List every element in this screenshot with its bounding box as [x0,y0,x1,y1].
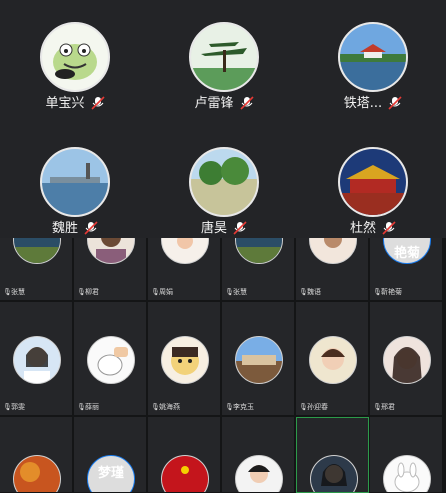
participant-tile[interactable]: 铁塔... [298,0,446,118]
participant-cell[interactable]: 🎙 孙迎春 [296,302,369,416]
mic-icon: 🎙 [3,403,12,411]
participant-tile[interactable]: 单宝兴 [0,0,148,118]
participant-cell[interactable] [222,417,295,493]
mic-icon: 🎙 [299,288,308,296]
participant-cell[interactable]: 🎙 邢君 [370,302,443,416]
avatar [235,238,283,264]
mic-icon: 🎙 [77,288,86,296]
avatar: 艳菊 [383,238,431,264]
avatar [40,147,110,217]
mic-muted-icon [388,95,402,110]
avatar [338,147,408,217]
avatar [310,455,358,492]
mic-muted-icon [84,220,98,235]
participant-grid: 🎙 张慧 🎙 柳君 🎙 周娟 🎙 张慧 🎙 魏语 艳菊 🎙 靳艳菊 🎙 郭雯 🎙 薛丽 🎙 姚海燕… [0,238,446,493]
mic-icon: 🎙 [77,403,86,411]
avatar [309,238,357,264]
avatar [338,22,408,92]
participant-cell[interactable]: 艳菊 🎙 靳艳菊 [370,238,443,301]
mic-muted-icon [382,220,396,235]
avatar [87,238,135,264]
participant-name: 魏语 [307,288,321,296]
avatar [87,336,135,384]
participant-cell[interactable]: 🎙 魏语 [296,238,369,301]
participant-cell[interactable] [148,417,221,493]
participant-name: 唐昊 [200,221,227,236]
participant-name: 郭雯 [11,403,25,411]
participant-cell[interactable]: 🎙 周娟 [148,238,221,301]
mic-icon: 🎙 [373,288,382,296]
avatar [383,455,431,492]
mic-icon: 🎙 [151,403,160,411]
avatar [189,22,259,92]
mic-muted-icon [90,95,105,110]
participant-cell[interactable]: 🎙 张慧 [0,238,73,301]
participant-cell-active[interactable] [296,417,369,493]
mic-icon: 🎙 [3,288,12,296]
avatar [161,238,209,264]
participant-name: 魏胜 [51,221,78,236]
participant-name: 邢君 [381,403,395,411]
participant-cell[interactable] [0,417,73,493]
participant-cell[interactable]: 梦瑾 [74,417,147,493]
participant-name: 单宝兴 [45,96,85,111]
participant-name: 卢雷锋 [194,96,234,111]
mic-muted-icon [239,95,254,110]
participant-cell[interactable]: 🎙 张慧 [222,238,295,301]
mic-icon: 🎙 [225,403,234,411]
featured-participants: 单宝兴 卢雷锋 铁塔... 魏胜 唐昊 杜然 [0,0,446,238]
avatar [13,238,61,264]
mic-icon: 🎙 [299,403,308,411]
participant-name: 杜然 [349,221,376,236]
participant-name: 薛丽 [85,403,99,411]
participant-tile[interactable]: 唐昊 [149,119,297,237]
participant-cell[interactable]: 🎙 李克玉 [222,302,295,416]
participant-name: 张慧 [233,288,247,296]
avatar [13,336,61,384]
avatar [189,147,259,217]
participant-cell[interactable]: 🎙 姚海燕 [148,302,221,416]
avatar [235,336,283,384]
participant-name: 周娟 [159,288,173,296]
mic-muted-icon [233,220,247,235]
mic-icon: 🎙 [225,288,234,296]
participant-cell[interactable]: 🎙 柳君 [74,238,147,301]
participant-name: 靳艳菊 [381,288,402,296]
avatar [235,455,283,492]
participant-cell[interactable] [370,417,443,493]
avatar: 梦瑾 [87,455,135,492]
mic-icon: 🎙 [373,403,382,411]
participant-name: 姚海燕 [159,403,180,411]
participant-name: 孙迎春 [307,403,328,411]
participant-cell[interactable]: 🎙 郭雯 [0,302,73,416]
avatar [309,336,357,384]
participant-name: 李克玉 [233,403,254,411]
participant-tile[interactable]: 魏胜 [0,119,148,237]
participant-cell[interactable]: 🎙 薛丽 [74,302,147,416]
avatar [161,455,209,492]
participant-name: 铁塔... [343,96,383,111]
avatar [161,336,209,384]
mic-icon: 🎙 [151,288,160,296]
avatar [13,455,61,492]
avatar [40,22,110,92]
participant-tile[interactable]: 杜然 [298,119,446,237]
participant-name: 张慧 [11,288,25,296]
participant-name: 柳君 [85,288,99,296]
avatar [383,336,431,384]
participant-tile[interactable]: 卢雷锋 [149,0,297,118]
